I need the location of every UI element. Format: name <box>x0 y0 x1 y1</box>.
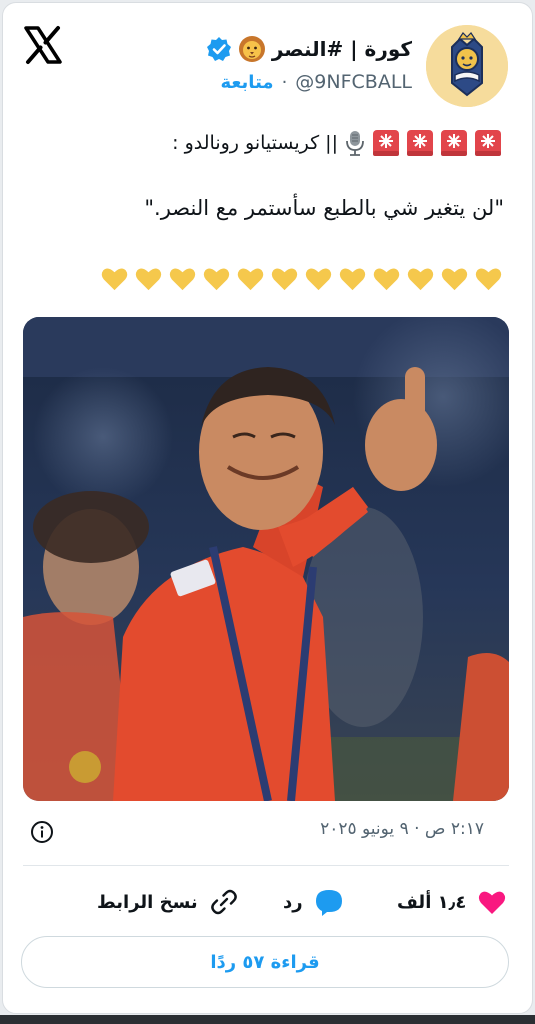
copy-link-button[interactable]: نسخ الرابط <box>97 883 240 921</box>
yellow-heart-icon <box>441 268 468 291</box>
profile-avatar[interactable] <box>426 25 508 107</box>
yellow-hearts-row <box>99 263 504 294</box>
info-icon[interactable] <box>30 820 54 844</box>
tweet-timestamp[interactable]: ٢:١٧ ص · ٩ يونيو ٢٠٢٥ <box>320 819 484 839</box>
tweet-photo[interactable] <box>23 317 509 801</box>
like-button[interactable]: ١٫٤ ألف <box>397 883 508 921</box>
display-name[interactable]: كورة | #النصر <box>272 37 412 61</box>
yellow-heart-icon <box>407 268 434 291</box>
divider <box>23 865 509 866</box>
yellow-heart-icon <box>237 268 264 291</box>
verified-badge-icon <box>206 37 231 61</box>
handle-row: متابعة · @9NFCBALL <box>220 71 412 93</box>
bottom-edge <box>0 1015 535 1024</box>
header-name-row: كورة | #النصر <box>206 33 412 65</box>
yellow-heart-icon <box>475 268 502 291</box>
heart-icon <box>479 891 506 914</box>
lion-face-icon <box>238 36 265 62</box>
speaker-text: || كريستيانو رونالدو : <box>172 132 338 154</box>
tweet-quote-text: "لن يتغير شي بالطبع سأستمر مع النصر." <box>144 196 504 220</box>
player-celebration-image <box>23 317 509 801</box>
japanese-symbol-icon <box>441 130 467 156</box>
reply-bubble-icon <box>315 890 342 916</box>
user-handle[interactable]: @9NFCBALL <box>295 71 412 93</box>
action-bar: نسخ الرابط رد ١٫٤ ألف <box>3 883 532 923</box>
lion-crest-icon <box>426 25 508 107</box>
read-replies-button[interactable]: قراءة ٥٧ ردًا <box>21 936 509 988</box>
microphone-icon <box>346 131 364 156</box>
tweet-card: كورة | #النصر متابعة · @9NFCBALL || كريس… <box>2 2 533 1014</box>
tweet-text-line-1: || كريستيانو رونالدو : <box>172 129 502 157</box>
separator-dot: · <box>281 71 288 93</box>
yellow-heart-icon <box>135 268 162 291</box>
link-icon <box>210 889 237 915</box>
likes-count: ١٫٤ ألف <box>397 891 467 913</box>
yellow-heart-icon <box>373 268 400 291</box>
x-logo-icon[interactable] <box>23 25 63 65</box>
copy-link-label: نسخ الرابط <box>97 891 198 913</box>
japanese-symbol-icon <box>475 130 501 156</box>
follow-button[interactable]: متابعة <box>220 72 273 93</box>
yellow-heart-icon <box>203 268 230 291</box>
reply-button[interactable]: رد <box>283 883 345 921</box>
yellow-heart-icon <box>339 268 366 291</box>
japanese-symbol-icon <box>373 130 399 156</box>
reply-label: رد <box>283 891 303 913</box>
yellow-heart-icon <box>305 268 332 291</box>
japanese-symbol-icon <box>407 130 433 156</box>
yellow-heart-icon <box>101 268 128 291</box>
yellow-heart-icon <box>169 268 196 291</box>
yellow-heart-icon <box>271 268 298 291</box>
